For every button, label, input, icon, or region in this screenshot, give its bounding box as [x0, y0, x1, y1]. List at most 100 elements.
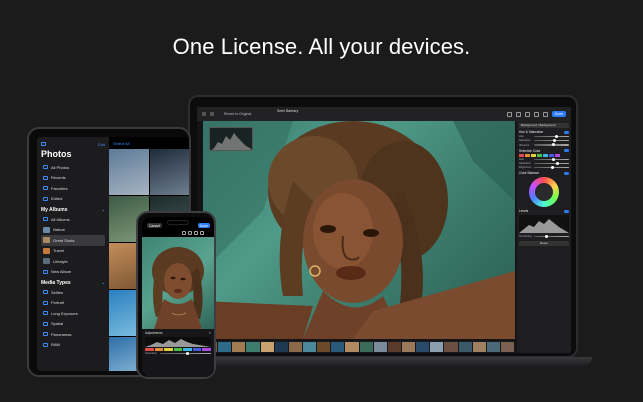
layers-icon[interactable]	[533, 111, 539, 117]
toggle-switch[interactable]	[564, 149, 569, 153]
swatch[interactable]	[519, 153, 524, 157]
sidebar-toggle-icon[interactable]	[210, 112, 214, 116]
filmstrip-thumbnail[interactable]	[458, 342, 472, 352]
swatch[interactable]	[183, 348, 192, 351]
section-selective-color[interactable]: Selective Color	[519, 149, 569, 153]
slider-track[interactable]	[534, 157, 569, 161]
edit-button[interactable]: Edit	[98, 142, 105, 147]
sidebar-toggle-icon[interactable]	[41, 142, 46, 146]
swatch[interactable]	[192, 348, 202, 351]
sidebar-item-all-photos[interactable]: All Photos	[41, 162, 105, 173]
slider-saturation-2[interactable]: Saturation	[519, 161, 569, 165]
swatch[interactable]	[173, 348, 183, 351]
sidebar-item-recents[interactable]: Recents	[41, 173, 105, 184]
slider-knob[interactable]	[551, 143, 555, 147]
sidebar-item-favorites[interactable]: Favorites	[41, 183, 105, 194]
slider-vibrance[interactable]: Vibrance	[519, 143, 569, 147]
crop-icon[interactable]	[524, 111, 530, 117]
cancel-button[interactable]: Cancel	[147, 223, 162, 228]
photo-tile[interactable]	[109, 149, 149, 195]
swatch[interactable]	[202, 348, 212, 351]
close-icon[interactable]: ×	[209, 331, 211, 335]
swatch[interactable]	[555, 153, 560, 157]
magic-wand-icon[interactable]	[506, 111, 512, 117]
photo-tile[interactable]	[149, 149, 189, 195]
toggle-switch[interactable]	[564, 209, 569, 213]
filmstrip-thumbnail[interactable]	[486, 342, 500, 352]
swatch[interactable]	[145, 348, 154, 351]
slider-knob[interactable]	[550, 166, 554, 170]
slider-saturation[interactable]: Saturation	[145, 352, 211, 355]
filmstrip-thumbnail[interactable]	[260, 342, 274, 352]
slider-saturation[interactable]: Saturation	[519, 139, 569, 142]
layers-icon[interactable]	[200, 231, 204, 235]
color-swatches[interactable]	[519, 153, 569, 157]
sidebar-item-lifestyle[interactable]: Lifestyle	[41, 256, 105, 267]
slider-knob[interactable]	[185, 352, 189, 356]
brush-icon[interactable]	[188, 231, 192, 235]
color-wheel[interactable]	[529, 177, 559, 208]
window-controls-icon[interactable]	[202, 112, 206, 116]
section-color-balance[interactable]: Color Balance	[519, 171, 569, 175]
swatch[interactable]	[537, 153, 542, 157]
slider-track[interactable]	[160, 352, 211, 356]
crop-icon[interactable]	[194, 231, 198, 235]
done-button[interactable]: Done	[197, 223, 210, 228]
chevron-down-icon[interactable]: ⌄	[102, 207, 105, 213]
swatch[interactable]	[549, 153, 554, 157]
filmstrip-thumbnail[interactable]	[317, 342, 331, 352]
undo-icon[interactable]	[182, 231, 186, 235]
sidebar-item-selfies[interactable]: Selfies	[41, 287, 105, 298]
sidebar-item-all-albums[interactable]: All Albums	[41, 214, 105, 225]
section-hue-saturation[interactable]: Hue & Saturation	[519, 130, 569, 134]
filmstrip-thumbnail[interactable]	[218, 342, 232, 352]
slider-track[interactable]	[534, 139, 569, 143]
swatch[interactable]	[525, 153, 530, 157]
slider-track[interactable]	[534, 135, 569, 139]
swatch[interactable]	[531, 153, 536, 157]
sidebar-item-portrait[interactable]: Portrait	[41, 298, 105, 309]
filmstrip-thumbnail[interactable]	[472, 342, 486, 352]
filmstrip-thumbnail[interactable]	[373, 342, 387, 352]
histogram-overlay[interactable]	[209, 127, 253, 151]
select-all-button[interactable]: Select All	[113, 141, 129, 146]
filmstrip-thumbnail[interactable]	[359, 342, 373, 352]
levels-histogram[interactable]	[519, 215, 569, 234]
filmstrip-thumbnail[interactable]	[302, 342, 317, 352]
filmstrip-thumbnail[interactable]	[401, 342, 416, 352]
section-media-types[interactable]: Media Types ⌄	[41, 280, 105, 286]
layer-preset-select[interactable]: Background | Background	[519, 123, 569, 128]
brush-icon[interactable]	[515, 111, 521, 117]
sidebar-item-new-album[interactable]: New Album	[41, 267, 105, 278]
revert-button[interactable]: Revert to Original	[224, 112, 251, 116]
section-levels[interactable]: Levels	[519, 209, 569, 213]
adjustments-header[interactable]: Adjustments ×	[145, 331, 211, 335]
phone-photo[interactable]	[142, 237, 214, 329]
sidebar-item-nature[interactable]: Nature	[41, 225, 105, 236]
filmstrip-thumbnail[interactable]	[331, 342, 345, 352]
filmstrip-thumbnail[interactable]	[500, 342, 515, 352]
chevron-down-icon[interactable]: ⌄	[102, 280, 105, 286]
filmstrip-thumbnail[interactable]	[274, 342, 288, 352]
swatch[interactable]	[543, 153, 548, 157]
filmstrip-thumbnail[interactable]	[232, 342, 246, 352]
filmstrip-thumbnail[interactable]	[444, 342, 458, 352]
sidebar-item-spatial[interactable]: Spatial	[41, 319, 105, 330]
sidebar-item-travel[interactable]: Travel	[41, 246, 105, 257]
sidebar-item-panoramas[interactable]: Panoramas	[41, 329, 105, 340]
sidebar-item-raw[interactable]: RAW	[41, 340, 105, 351]
slider-hue-2[interactable]: Hue	[519, 157, 569, 161]
main-photo[interactable]	[203, 121, 515, 339]
slider-hue[interactable]: Hue	[519, 135, 569, 138]
slider-brightness[interactable]: Brightness	[519, 166, 569, 169]
sidebar-item-long-exposure[interactable]: Long Exposure	[41, 308, 105, 319]
slider-track[interactable]	[534, 161, 569, 165]
slider-track[interactable]	[534, 166, 569, 170]
filmstrip-thumbnail[interactable]	[387, 342, 401, 352]
done-button[interactable]: Done	[551, 111, 566, 117]
section-my-albums[interactable]: My Albums ⌄	[41, 207, 105, 213]
slider-knob[interactable]	[555, 135, 558, 139]
slider-knob[interactable]	[553, 139, 557, 143]
adjust-icon[interactable]	[542, 111, 548, 117]
slider-knob[interactable]	[544, 235, 548, 239]
